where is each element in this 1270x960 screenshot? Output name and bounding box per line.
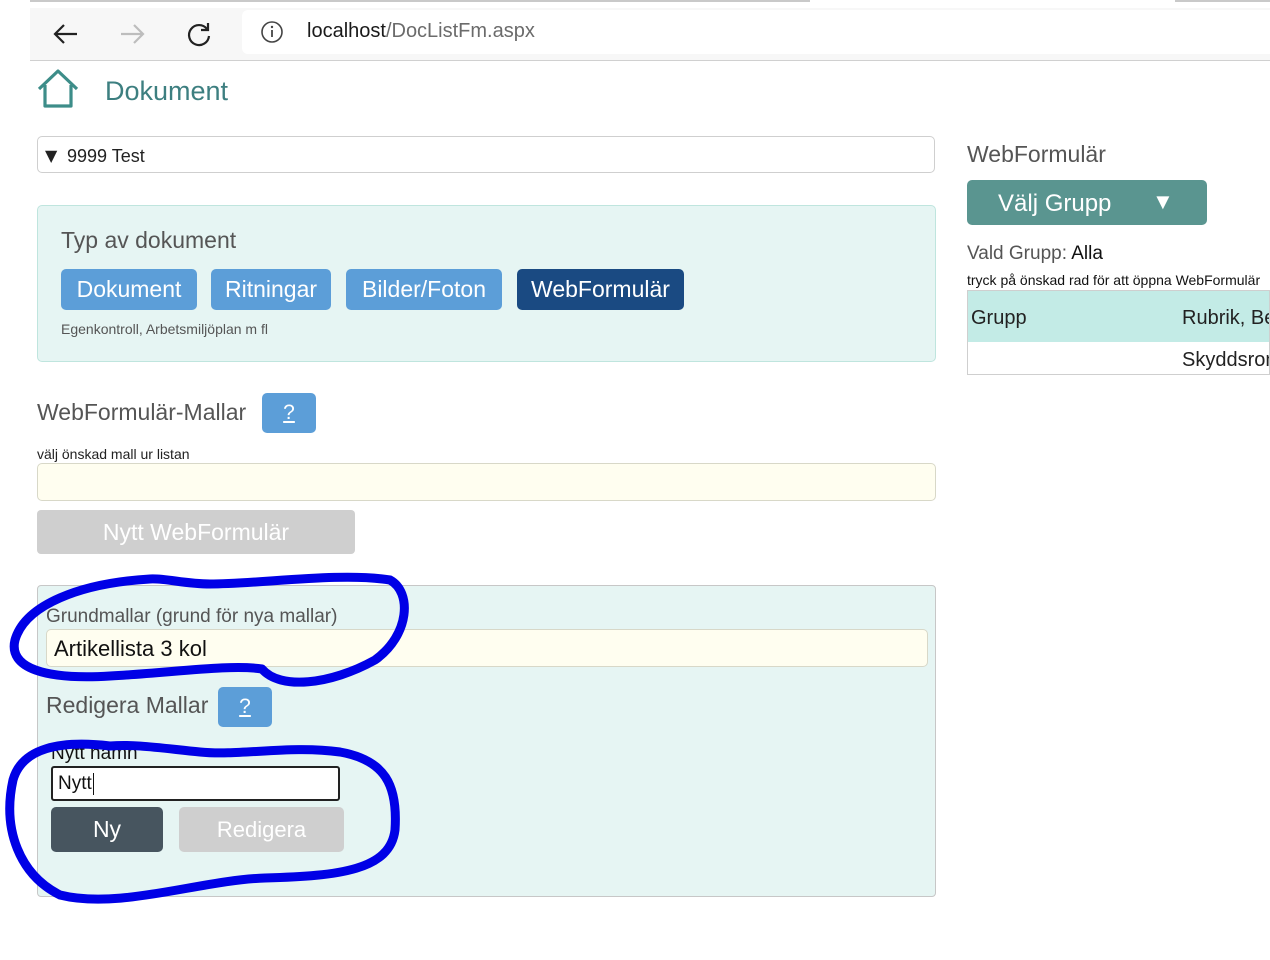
document-type-heading: Typ av dokument [61, 227, 237, 253]
arrow-left-icon [53, 24, 77, 44]
info-icon[interactable] [260, 20, 284, 44]
triangle-down-icon: ▼ [1152, 189, 1174, 214]
forward-button[interactable] [114, 16, 150, 52]
choose-group-button[interactable]: Välj Grupp ▼ [967, 180, 1207, 225]
webform-list-instruction: tryck på önskad rad för att öppna WebFor… [967, 272, 1261, 288]
new-name-input[interactable]: Nytt [51, 766, 340, 801]
template-select[interactable] [37, 463, 936, 501]
browser-toolbar: localhost/DocListFm.aspx [30, 8, 1270, 61]
address-bar[interactable]: localhost/DocListFm.aspx [242, 10, 1270, 54]
templates-help-button[interactable]: ? [262, 393, 316, 433]
tab-edge [1175, 0, 1270, 2]
doc-type-button-bilder-foton[interactable]: Bilder/Foton [346, 269, 502, 310]
window-top-strip [0, 0, 1270, 8]
base-template-select[interactable]: Artikellista 3 kol [46, 629, 928, 667]
chosen-group-label: Vald Grupp: [967, 243, 1067, 264]
choose-group-label: Välj Grupp [998, 190, 1112, 217]
edit-templates-title: Redigera Mallar [46, 692, 209, 718]
arrow-right-icon [121, 24, 145, 44]
reload-icon [187, 23, 211, 47]
new-webform-button[interactable]: Nytt WebFormulär [37, 510, 355, 554]
doc-type-button-ritningar[interactable]: Ritningar [211, 269, 331, 310]
table-header-title: Rubrik, Beskrivning [1182, 307, 1269, 329]
reload-button[interactable] [181, 16, 217, 52]
chosen-group: Vald Grupp: Alla [967, 243, 1103, 265]
document-type-subtitle: Egenkontroll, Arbetsmiljöplan m fl [61, 321, 268, 337]
organization-select-value: 9999 Test [67, 146, 145, 166]
edit-templates-help-button[interactable]: ? [218, 687, 272, 727]
triangle-down-icon: ▼ [45, 146, 58, 165]
chosen-group-value: Alla [1071, 243, 1103, 264]
table-header-row: Grupp Rubrik, Beskrivning [968, 291, 1269, 342]
text-caret [92, 772, 94, 795]
doc-type-button-webformular[interactable]: WebFormulär [517, 269, 684, 310]
page-title: Dokument [105, 76, 229, 106]
organization-select[interactable]: ▼ 9999 Test [37, 136, 935, 173]
table-cell-title: Skyddsrond [1182, 349, 1269, 371]
table-header-group: Grupp [971, 307, 1027, 329]
base-templates-label: Grundmallar (grund för nya mallar) [46, 606, 338, 627]
doc-type-button-dokument[interactable]: Dokument [61, 269, 197, 310]
url-path: /DocListFm.aspx [385, 20, 535, 42]
base-template-value: Artikellista 3 kol [54, 636, 207, 661]
new-name-label: Nytt namn [51, 743, 138, 764]
new-name-value: Nytt [58, 773, 92, 794]
templates-hint: välj önskad mall ur listan [37, 446, 190, 462]
document-type-panel: Typ av dokument Dokument Ritningar Bilde… [37, 205, 936, 362]
tab-edge [30, 0, 810, 2]
new-template-button[interactable]: Ny [51, 807, 163, 852]
url-host: localhost [307, 20, 386, 42]
webform-table: Grupp Rubrik, Beskrivning Skyddsrond [967, 290, 1270, 375]
home-icon[interactable] [36, 68, 80, 110]
url-text: localhost/DocListFm.aspx [307, 20, 535, 43]
back-button[interactable] [48, 16, 84, 52]
webform-list-title: WebFormulär [967, 141, 1106, 167]
templates-title: WebFormulär-Mallar [37, 399, 247, 425]
edit-template-button[interactable]: Redigera [179, 807, 344, 852]
